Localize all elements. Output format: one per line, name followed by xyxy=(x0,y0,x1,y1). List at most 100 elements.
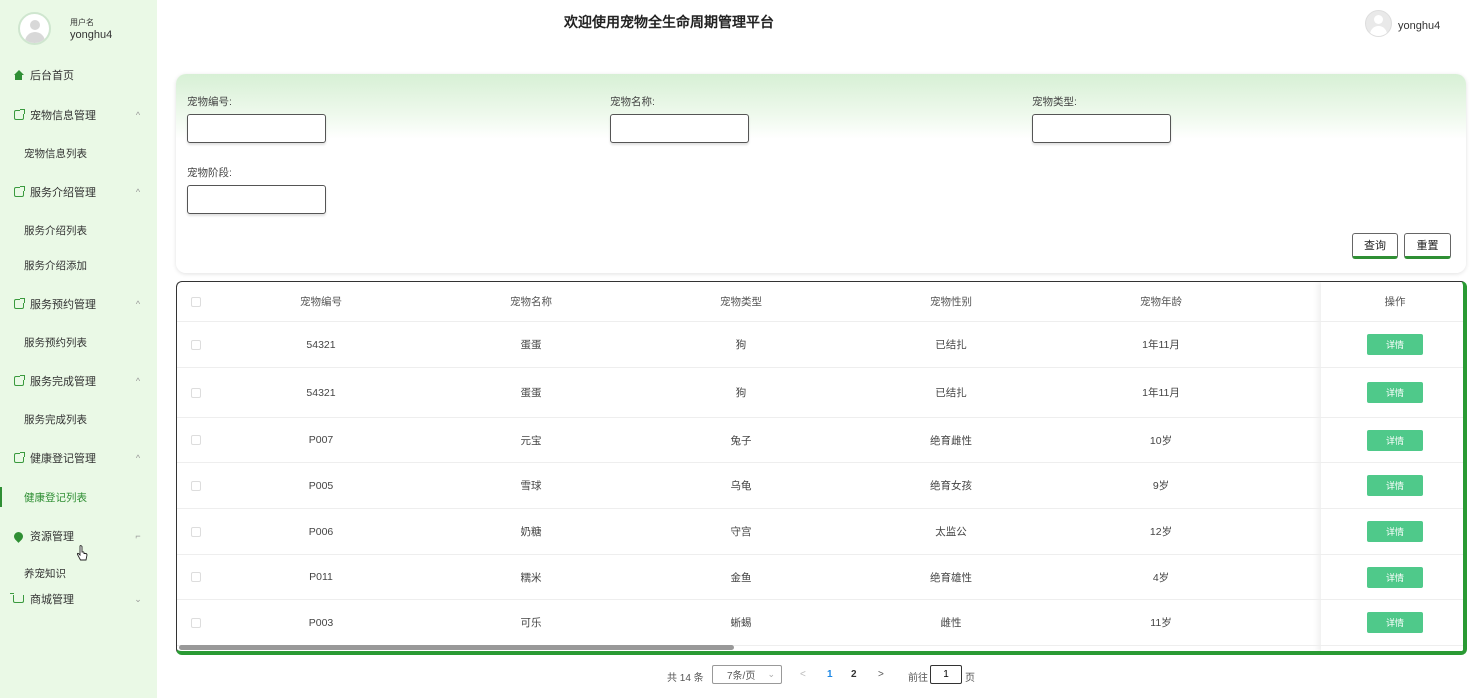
page-size-select[interactable]: 7条/页 ⌄ xyxy=(712,665,782,684)
goto-label: 前往 xyxy=(908,673,928,684)
select-all-checkbox[interactable] xyxy=(191,296,201,307)
table-cell: 元宝 xyxy=(520,434,542,447)
table-cell: 蛋蛋 xyxy=(520,387,542,399)
action-cell: 详情 xyxy=(1324,418,1463,462)
sidebar-item-pet-knowledge[interactable]: 养宠知识 xyxy=(0,563,157,583)
pet-id-label: 宠物编号: xyxy=(187,96,232,108)
goto-page-input[interactable] xyxy=(930,665,962,684)
row-checkbox-cell[interactable] xyxy=(181,418,211,462)
menu-pet-info[interactable]: 宠物信息管理 ^ xyxy=(0,105,157,125)
reset-button[interactable]: 重置 xyxy=(1404,233,1451,259)
row-checkbox[interactable] xyxy=(191,526,201,537)
prev-page-button[interactable]: < xyxy=(800,669,806,680)
table-cell: P006 xyxy=(308,525,334,538)
table-row: P006 奶糖 守宫 太监公 12岁 详情 xyxy=(177,509,1463,555)
sidebar-item-service-booking-list[interactable]: 服务预约列表 xyxy=(0,332,157,352)
table-row: P011 糯米 金鱼 绝育雄性 4岁 详情 xyxy=(177,555,1463,600)
menu-service-intro[interactable]: 服务介绍管理 ^ xyxy=(0,182,157,202)
sidebar-item-service-intro-add[interactable]: 服务介绍添加 xyxy=(0,255,157,275)
select-all-checkbox-cell[interactable] xyxy=(181,282,211,321)
sidebar-item-service-intro-list[interactable]: 服务介绍列表 xyxy=(0,220,157,240)
table-cell: 54321 xyxy=(306,338,336,351)
table-cell: 蜥蜴 xyxy=(730,617,752,629)
menu-shop[interactable]: 商城管理 ⌄ xyxy=(0,589,157,609)
data-table: 宠物编号 宠物名称 宠物类型 宠物性别 宠物年龄 操作 54321 蛋蛋狗已结扎 1年11月 详情… xyxy=(176,281,1467,655)
menu-service-complete[interactable]: 服务完成管理 ^ xyxy=(0,371,157,391)
row-checkbox[interactable] xyxy=(191,572,201,582)
table-row: P007 元宝 兔子 绝育雌性 10岁 详情 xyxy=(177,418,1463,463)
table-cell: P011 xyxy=(309,571,333,583)
detail-button[interactable]: 详情 xyxy=(1367,521,1423,542)
doc-icon xyxy=(13,375,25,387)
table-cell: 金鱼 xyxy=(730,571,752,584)
detail-button[interactable]: 详情 xyxy=(1367,382,1423,403)
chevron-up-icon: ^ xyxy=(135,376,141,386)
menu-service-booking[interactable]: 服务预约管理 ^ xyxy=(0,294,157,314)
table-cell: 绝育雌性 xyxy=(930,434,972,447)
table-cell: 糯米 xyxy=(520,571,542,584)
chevron-up-icon: ^ xyxy=(135,110,141,120)
row-checkbox[interactable] xyxy=(191,617,201,628)
sidebar-user: 用户名 yonghu4 xyxy=(18,12,148,48)
row-checkbox[interactable] xyxy=(191,339,201,350)
header-user-name[interactable]: yonghu4 xyxy=(1398,20,1440,32)
table-cell: 奶糖 xyxy=(520,526,542,538)
pet-type-label: 宠物类型: xyxy=(1032,96,1077,108)
menu-health[interactable]: 健康登记管理 ^ xyxy=(0,448,157,468)
table-cell: P005 xyxy=(308,479,334,492)
sidebar-item-health-list[interactable]: 健康登记列表 xyxy=(0,487,157,507)
detail-button[interactable]: 详情 xyxy=(1367,566,1423,588)
table-cell: 守宫 xyxy=(730,526,752,538)
page-size-value: 7条/页 xyxy=(727,671,756,682)
pet-name-label: 宠物名称: xyxy=(610,96,655,108)
page-1-button[interactable]: 1 xyxy=(827,669,833,680)
sidebar-item-pet-list[interactable]: 宠物信息列表 xyxy=(0,143,157,163)
table-cell: 绝育女孩 xyxy=(930,480,972,492)
menu-label: 宠物信息管理 xyxy=(30,110,96,122)
menu-home[interactable]: 后台首页 xyxy=(0,65,157,85)
chevron-icon: ⌐ xyxy=(135,531,141,541)
detail-button[interactable]: 详情 xyxy=(1367,475,1423,496)
doc-icon xyxy=(13,452,25,464)
row-checkbox[interactable] xyxy=(191,435,201,445)
action-cell: 详情 xyxy=(1324,322,1463,367)
header-avatar[interactable] xyxy=(1365,10,1392,37)
pet-type-input[interactable] xyxy=(1032,114,1171,143)
page-2-button[interactable]: 2 xyxy=(851,669,857,680)
pet-stage-input[interactable] xyxy=(187,185,326,214)
table-cell: 9岁 xyxy=(1152,480,1170,492)
table-cell: 狗 xyxy=(735,387,747,399)
row-checkbox[interactable] xyxy=(191,480,201,491)
detail-button[interactable]: 详情 xyxy=(1367,334,1423,355)
sidebar-item-service-complete-list[interactable]: 服务完成列表 xyxy=(0,409,157,429)
horizontal-scrollbar[interactable] xyxy=(179,645,734,650)
menu-label: 服务完成管理 xyxy=(30,376,96,388)
menu-resources[interactable]: 资源管理 ⌐ xyxy=(0,526,157,546)
row-checkbox-cell[interactable] xyxy=(181,463,211,508)
table-cell: 太监公 xyxy=(935,526,967,538)
pet-id-input[interactable] xyxy=(187,114,326,143)
table-cell: 10岁 xyxy=(1149,434,1173,447)
table-cell: 54321 xyxy=(306,386,336,399)
next-page-button[interactable]: > xyxy=(878,669,884,680)
table-cell: 乌龟 xyxy=(730,480,752,492)
table-cell: 狗 xyxy=(735,339,747,351)
table-row: P005 雪球 乌龟 绝育女孩 9岁 详情 xyxy=(177,463,1463,509)
column-header: 宠物性别 xyxy=(930,296,972,308)
row-checkbox-cell[interactable] xyxy=(181,509,211,554)
detail-button[interactable]: 详情 xyxy=(1367,612,1423,633)
row-checkbox[interactable] xyxy=(191,387,201,398)
row-checkbox-cell[interactable] xyxy=(181,368,211,417)
menu-label: 后台首页 xyxy=(30,70,74,82)
row-checkbox-cell[interactable] xyxy=(181,600,211,645)
row-checkbox-cell[interactable] xyxy=(181,555,211,599)
query-button[interactable]: 查询 xyxy=(1352,233,1398,259)
mouse-cursor-icon xyxy=(76,545,88,561)
detail-button[interactable]: 详情 xyxy=(1367,429,1423,451)
table-row: 54321 蛋蛋 狗 已结扎 1年11月 详情 xyxy=(177,322,1463,368)
pet-name-input[interactable] xyxy=(610,114,749,143)
table-cell: 4岁 xyxy=(1152,571,1170,584)
menu-label: 服务预约管理 xyxy=(30,299,96,311)
chevron-up-icon: ^ xyxy=(135,299,141,309)
row-checkbox-cell[interactable] xyxy=(181,322,211,367)
